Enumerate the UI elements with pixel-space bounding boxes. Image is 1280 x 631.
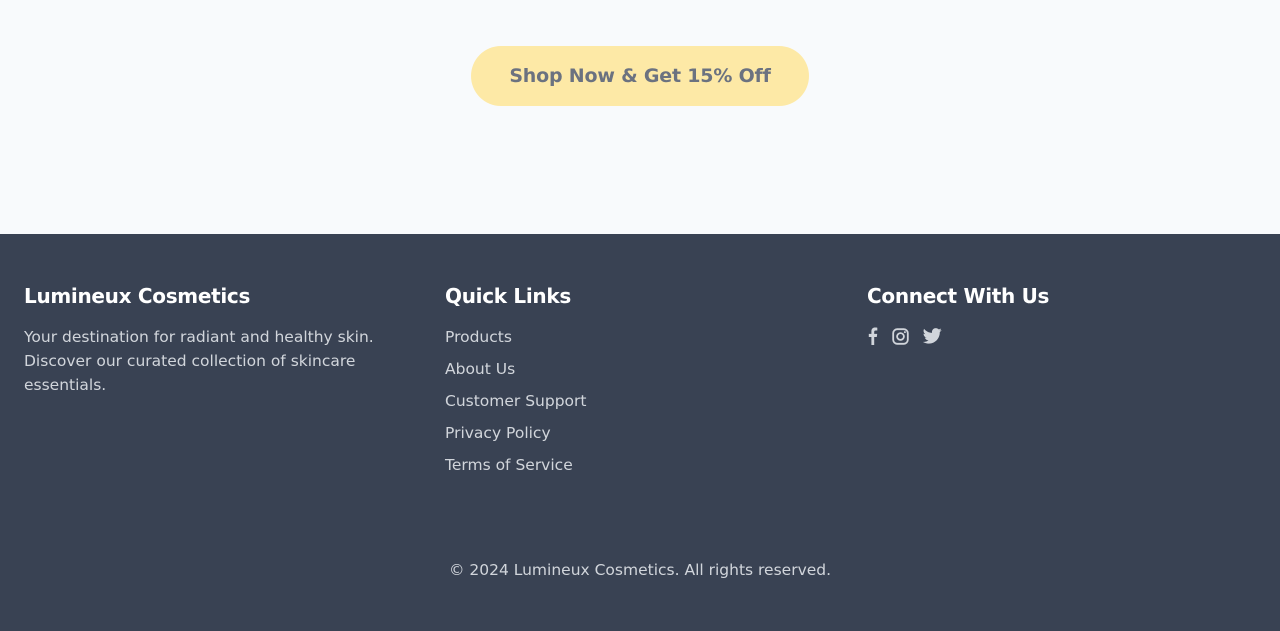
brand-description: Your destination for radiant and healthy… bbox=[24, 328, 374, 394]
copyright-text: © 2024 Lumineux Cosmetics. All rights re… bbox=[448, 561, 832, 579]
footer-social-column: Connect With Us bbox=[867, 283, 1247, 345]
quick-links-list: Products About Us Customer Support Priva… bbox=[445, 325, 805, 485]
list-item: About Us bbox=[445, 357, 805, 389]
link-products[interactable]: Products bbox=[445, 328, 512, 346]
link-about-us[interactable]: About Us bbox=[445, 360, 515, 378]
facebook-icon[interactable] bbox=[867, 327, 878, 345]
list-item: Products bbox=[445, 325, 805, 357]
link-terms-of-service[interactable]: Terms of Service bbox=[445, 456, 573, 474]
hero-section: Shop Now & Get 15% Off bbox=[0, 0, 1280, 234]
site-footer: Lumineux Cosmetics Your destination for … bbox=[0, 234, 1280, 631]
instagram-icon[interactable] bbox=[892, 327, 909, 345]
connect-title: Connect With Us bbox=[867, 284, 1050, 308]
footer-quick-links-column: Quick Links Products About Us Customer S… bbox=[445, 283, 805, 485]
twitter-icon[interactable] bbox=[923, 328, 942, 344]
link-customer-support[interactable]: Customer Support bbox=[445, 392, 587, 410]
list-item: Privacy Policy bbox=[445, 421, 805, 453]
social-links bbox=[867, 327, 1247, 345]
shop-now-button[interactable]: Shop Now & Get 15% Off bbox=[471, 46, 809, 106]
link-privacy-policy[interactable]: Privacy Policy bbox=[445, 424, 551, 442]
list-item: Terms of Service bbox=[445, 453, 805, 485]
brand-title: Lumineux Cosmetics bbox=[24, 284, 251, 308]
quick-links-title: Quick Links bbox=[445, 284, 571, 308]
list-item: Customer Support bbox=[445, 389, 805, 421]
footer-brand-column: Lumineux Cosmetics Your destination for … bbox=[24, 283, 394, 397]
